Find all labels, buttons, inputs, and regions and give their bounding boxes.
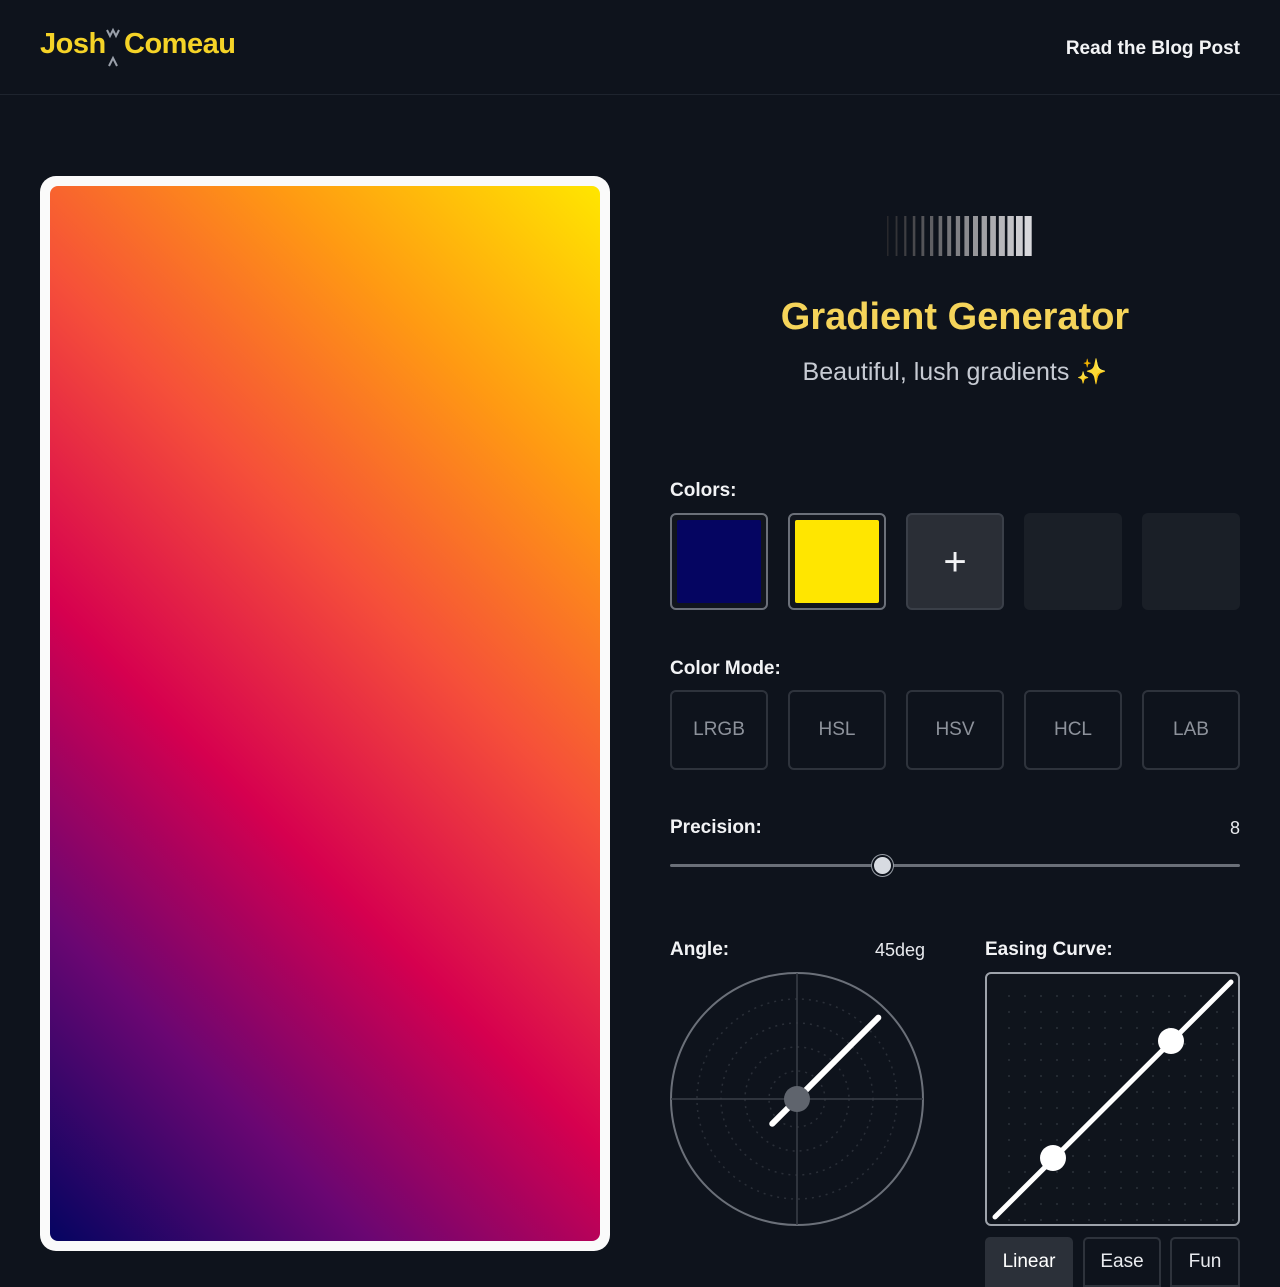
gradient-bar (904, 216, 907, 256)
gradient-bar (912, 216, 916, 256)
page-title: Gradient Generator (780, 296, 1130, 338)
colors-label: Colors: (670, 480, 737, 501)
gradient-preview (50, 186, 600, 1241)
gradient-bar (947, 216, 952, 256)
logo-squiggle-icon (106, 27, 120, 67)
add-color-button[interactable]: + (906, 513, 1004, 610)
gradient-bar (895, 216, 898, 256)
gradient-bar (930, 216, 934, 256)
color-mode-lab-button[interactable]: LAB (1142, 690, 1240, 770)
easing-curve-editor[interactable] (985, 972, 1240, 1226)
color-mode-lrgb-button[interactable]: LRGB (670, 690, 768, 770)
color-mode-label: Color Mode: (670, 658, 781, 679)
subtitle-text: Beautiful, lush gradients (802, 358, 1070, 386)
gradient-bar (955, 216, 961, 256)
precision-slider-thumb[interactable] (872, 855, 894, 876)
plus-icon: + (943, 539, 967, 584)
logo-last-name: Comeau (124, 28, 236, 60)
easing-control-point-2[interactable] (1158, 1028, 1184, 1054)
precision-value: 8 (1229, 818, 1240, 838)
gradient-bar (1024, 216, 1032, 256)
easing-control-point-1[interactable] (1040, 1145, 1066, 1171)
gradient-bar (981, 216, 987, 256)
easing-curve-label: Easing Curve: (985, 939, 1113, 960)
angle-center-knob (784, 1086, 810, 1112)
gradient-bar (964, 216, 970, 256)
gradient-bars-icon (887, 216, 1032, 256)
color-swatch-1[interactable] (670, 513, 768, 610)
empty-color-slot (1142, 513, 1240, 610)
gradient-bar (938, 216, 943, 256)
color-swatch-2[interactable] (788, 513, 886, 610)
color-swatch-2-fill (795, 520, 879, 603)
logo-first-name: Josh (40, 28, 106, 60)
sparkles-icon: ✨ (1076, 358, 1108, 386)
empty-color-slot (1024, 513, 1122, 610)
gradient-bar (998, 216, 1005, 256)
gradient-bar (1016, 216, 1023, 256)
gradient-bar (1007, 216, 1014, 256)
read-blog-post-link[interactable]: Read the Blog Post (1066, 38, 1240, 60)
angle-value: 45deg (874, 940, 925, 960)
color-mode-hsv-button[interactable]: HSV (906, 690, 1004, 770)
color-swatch-1-fill (677, 520, 761, 603)
gradient-preview-frame (40, 176, 610, 1251)
angle-dial[interactable] (669, 971, 925, 1227)
precision-label: Precision: (670, 817, 762, 838)
color-mode-hcl-button[interactable]: HCL (1024, 690, 1122, 770)
angle-label: Angle: (670, 939, 730, 960)
page-subtitle: Beautiful, lush gradients ✨ (670, 358, 1240, 387)
site-header: Josh Comeau Read the Blog Post (0, 0, 1280, 95)
gradient-bar (921, 216, 925, 256)
precision-slider-track[interactable] (670, 864, 1240, 867)
gradient-bar (973, 216, 978, 256)
color-mode-hsl-button[interactable]: HSL (788, 690, 886, 770)
gradient-bar (990, 216, 996, 256)
gradient-bar (887, 216, 889, 256)
